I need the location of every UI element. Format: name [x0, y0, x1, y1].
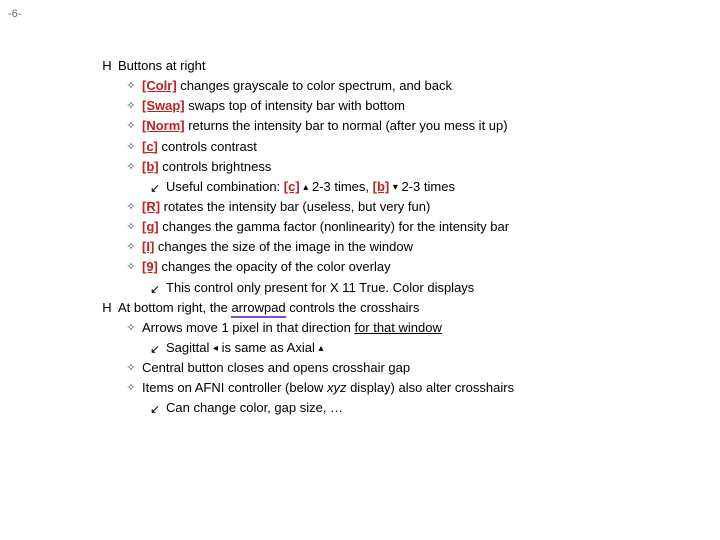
change-color-text: Can change color, gap size, …: [166, 400, 343, 415]
s2-tail: controls the crosshairs: [286, 300, 420, 315]
bullet-lvl1-icon: ✧: [124, 360, 138, 377]
item-colr: ✧ [Colr] changes grayscale to color spect…: [100, 76, 700, 96]
colr-button-label: [Colr]: [142, 78, 177, 93]
item-brightness: ✧ [b] controls brightness: [100, 157, 700, 177]
slide-body: H Buttons at right ✧ [Colr] changes graysc…: [100, 56, 700, 419]
x11-dot: .: [385, 280, 392, 295]
item-arrows-move: ✧ Arrows move 1 pixel in that direction f…: [100, 318, 700, 338]
afni-tail: display) also alter crosshairs: [346, 380, 514, 395]
i-desc: changes the size of the image in the win…: [154, 239, 413, 254]
item-opacity: ✧ [9] changes the opacity of the color ov…: [100, 257, 700, 277]
arrowpad-word: arrowpad: [231, 300, 285, 318]
swap-desc: swaps top of intensity bar with bottom: [185, 98, 405, 113]
combo-lead: Useful combination:: [166, 179, 284, 194]
bullet-lvl1-icon: ✧: [124, 199, 138, 216]
bullet-lvl1-icon: ✧: [124, 78, 138, 95]
bullet-lvl2-icon: ↙: [148, 280, 162, 299]
bullet-lvl1-icon: ✧: [124, 380, 138, 397]
heading-text: Buttons at right: [118, 58, 205, 73]
down-triangle-icon: ▾: [393, 180, 398, 196]
bullet-lvl2-icon: ↙: [148, 400, 162, 419]
nine-desc: changes the opacity of the color overlay: [158, 259, 391, 274]
s2-lead: At bottom right, the: [118, 300, 231, 315]
combo-c-label: [c]: [284, 179, 300, 194]
item-x11-note: ↙ This control only present for X 11 True…: [100, 278, 700, 298]
item-rotate: ✧ [R] rotates the intensity bar (useless,…: [100, 197, 700, 217]
r-desc: rotates the intensity bar (useless, but …: [160, 199, 430, 214]
arrows-lead: Arrows move 1 pixel in that direction: [142, 320, 354, 335]
bullet-lvl0-icon: H: [100, 298, 114, 318]
bullet-lvl1-icon: ✧: [124, 219, 138, 236]
item-useful-combo: ↙ Useful combination: [c] ▴ 2-3 times, [b…: [100, 177, 700, 197]
nine-button-label: [9]: [142, 259, 158, 274]
sag-mid: is same as Axial: [218, 340, 318, 355]
item-contrast: ✧ [c] controls contrast: [100, 137, 700, 157]
item-change-color: ↙ Can change color, gap size, …: [100, 398, 700, 418]
heading-buttons-at-right: H Buttons at right: [100, 56, 700, 76]
swap-button-label: [Swap]: [142, 98, 185, 113]
bullet-lvl2-icon: ↙: [148, 340, 162, 359]
colr-desc: changes grayscale to color spectrum, and…: [177, 78, 452, 93]
bullet-lvl1-icon: ✧: [124, 118, 138, 135]
heading-arrowpad: H At bottom right, the arrowpad controls …: [100, 298, 700, 318]
up-triangle-icon: ▴: [318, 341, 323, 357]
item-norm: ✧ [Norm] returns the intensity bar to nor…: [100, 116, 700, 136]
page-number: -6-: [8, 6, 21, 23]
up-triangle-icon: ▴: [303, 180, 308, 196]
bullet-lvl1-icon: ✧: [124, 159, 138, 176]
combo-mid: 2-3 times,: [308, 179, 372, 194]
bullet-lvl1-icon: ✧: [124, 139, 138, 156]
item-gamma: ✧ [g] changes the gamma factor (nonlinear…: [100, 217, 700, 237]
bullet-lvl1-icon: ✧: [124, 239, 138, 256]
b-button-label: [b]: [142, 159, 159, 174]
bullet-lvl1-icon: ✧: [124, 98, 138, 115]
c-desc: controls contrast: [158, 139, 257, 154]
bullet-lvl1-icon: ✧: [124, 320, 138, 337]
item-sagittal-axial: ↙ Sagittal ◂ is same as Axial ▴: [100, 338, 700, 358]
central-text: Central button closes and opens crosshai…: [142, 360, 410, 375]
norm-button-label: [Norm]: [142, 118, 185, 133]
sag-lead: Sagittal: [166, 340, 213, 355]
left-triangle-icon: ◂: [213, 341, 218, 357]
x11-tail: Color displays: [393, 280, 475, 295]
b-desc: controls brightness: [159, 159, 272, 174]
xyz-label: xyz: [327, 380, 347, 395]
bullet-lvl1-icon: ✧: [124, 259, 138, 276]
bullet-lvl0-icon: H: [100, 56, 114, 76]
item-image-size: ✧ [I] changes the size of the image in th…: [100, 237, 700, 257]
c-button-label: [c]: [142, 139, 158, 154]
for-that-window: for that window: [354, 320, 441, 335]
afni-lead: Items on AFNI controller (below: [142, 380, 327, 395]
x11-lead: This control only present for X 11 True: [166, 280, 385, 295]
item-central-button: ✧ Central button closes and opens crossha…: [100, 358, 700, 378]
combo-b-label: [b]: [373, 179, 390, 194]
item-afni-controller: ✧ Items on AFNI controller (below xyz dis…: [100, 378, 700, 398]
item-swap: ✧ [Swap] swaps top of intensity bar with …: [100, 96, 700, 116]
i-button-label: [I]: [142, 239, 154, 254]
g-button-label: [g]: [142, 219, 159, 234]
r-button-label: [R]: [142, 199, 160, 214]
g-desc: changes the gamma factor (nonlinearity) …: [159, 219, 509, 234]
norm-desc: returns the intensity bar to normal (aft…: [185, 118, 508, 133]
bullet-lvl2-icon: ↙: [148, 179, 162, 198]
combo-tail: 2-3 times: [398, 179, 455, 194]
